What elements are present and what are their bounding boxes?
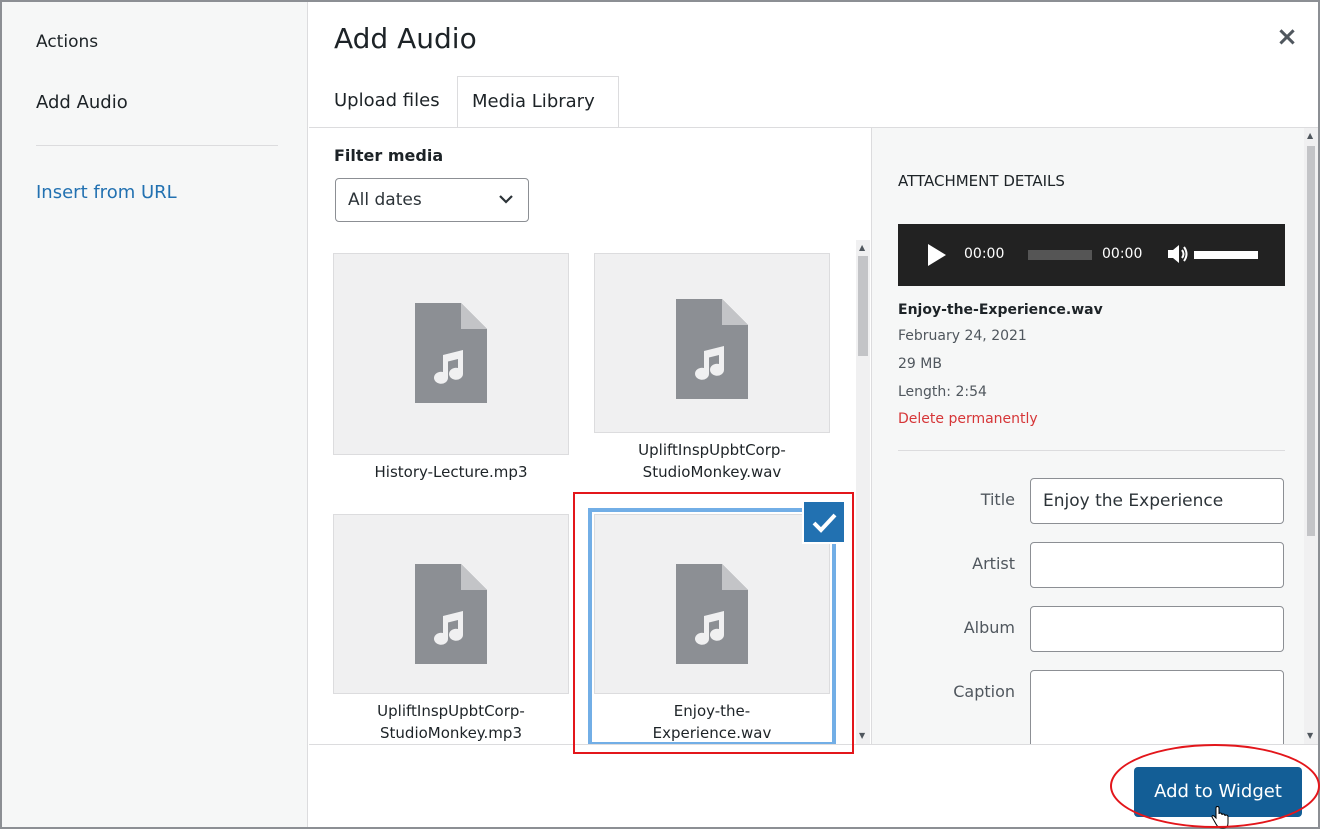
scrollbar-thumb[interactable] bbox=[1307, 146, 1315, 536]
scrollbar-thumb[interactable] bbox=[858, 256, 868, 356]
details-separator bbox=[898, 450, 1285, 451]
attachments-scrollbar[interactable]: ▲ ▼ bbox=[856, 240, 870, 744]
modal-title: Add Audio bbox=[334, 22, 477, 55]
artist-field[interactable] bbox=[1030, 542, 1284, 588]
attachment-date: February 24, 2021 bbox=[898, 328, 1027, 344]
volume-icon[interactable] bbox=[1166, 242, 1190, 271]
menu-separator bbox=[36, 145, 278, 146]
scroll-down-icon[interactable]: ▼ bbox=[859, 732, 867, 740]
menu-item-insert-from-url[interactable]: Insert from URL bbox=[36, 182, 177, 203]
media-filename: History-Lecture.mp3 bbox=[333, 454, 569, 489]
title-label: Title bbox=[980, 490, 1015, 509]
scroll-up-icon[interactable]: ▲ bbox=[859, 244, 867, 252]
album-field[interactable] bbox=[1030, 606, 1284, 652]
audio-file-icon bbox=[415, 564, 487, 664]
caption-field[interactable] bbox=[1030, 670, 1284, 744]
sidebar-scrollbar[interactable]: ▲ ▼ bbox=[1304, 128, 1318, 744]
play-icon[interactable] bbox=[928, 244, 946, 266]
filter-media-label: Filter media bbox=[334, 146, 444, 165]
audio-file-icon bbox=[415, 303, 487, 403]
date-filter-value: All dates bbox=[348, 190, 422, 210]
delete-permanently-link[interactable]: Delete permanently bbox=[898, 411, 1038, 427]
attachment-details-heading: Attachment Details bbox=[898, 172, 1065, 190]
tab-upload-files[interactable]: Upload files bbox=[320, 76, 454, 128]
player-progress-bar[interactable] bbox=[1028, 250, 1092, 260]
media-filename: UpliftInspUpbtCorp-StudioMonkey.wav bbox=[594, 432, 830, 489]
menu-actions-heading: Actions bbox=[36, 32, 99, 52]
attachment-details-sidebar: Attachment Details 00:00 00:00 Enjoy-the… bbox=[871, 128, 1318, 744]
media-tile[interactable]: UpliftInspUpbtCorp-StudioMonkey.mp3 bbox=[333, 514, 569, 744]
player-total-time: 00:00 bbox=[1102, 246, 1143, 262]
player-current-time: 00:00 bbox=[964, 246, 1005, 262]
attachment-size: 29 MB bbox=[898, 356, 942, 372]
chevron-down-icon bbox=[498, 179, 514, 237]
media-tile[interactable]: History-Lecture.mp3 bbox=[333, 253, 569, 489]
annotation-highlight-ellipse bbox=[1110, 744, 1320, 828]
title-field[interactable]: Enjoy the Experience bbox=[1030, 478, 1284, 524]
media-menu: Actions Add Audio Insert from URL bbox=[2, 2, 308, 827]
media-filename: UpliftInspUpbtCorp-StudioMonkey.mp3 bbox=[333, 693, 569, 744]
artist-label: Artist bbox=[972, 554, 1015, 573]
close-icon[interactable]: × bbox=[1272, 22, 1302, 52]
attachment-length: Length: 2:54 bbox=[898, 384, 987, 400]
caption-label: Caption bbox=[953, 682, 1015, 701]
tab-media-library[interactable]: Media Library bbox=[457, 76, 619, 128]
annotation-highlight-rect bbox=[573, 492, 854, 754]
audio-player: 00:00 00:00 bbox=[898, 224, 1285, 286]
menu-item-add-audio[interactable]: Add Audio bbox=[36, 92, 128, 113]
volume-slider[interactable] bbox=[1194, 251, 1258, 259]
scroll-up-icon[interactable]: ▲ bbox=[1307, 132, 1315, 140]
scroll-down-icon[interactable]: ▼ bbox=[1307, 732, 1315, 740]
media-tile[interactable]: UpliftInspUpbtCorp-StudioMonkey.wav bbox=[594, 253, 830, 489]
attachment-filename: Enjoy-the-Experience.wav bbox=[898, 302, 1103, 318]
audio-file-icon bbox=[676, 299, 748, 399]
date-filter-select[interactable]: All dates bbox=[335, 178, 529, 222]
album-label: Album bbox=[963, 618, 1015, 637]
